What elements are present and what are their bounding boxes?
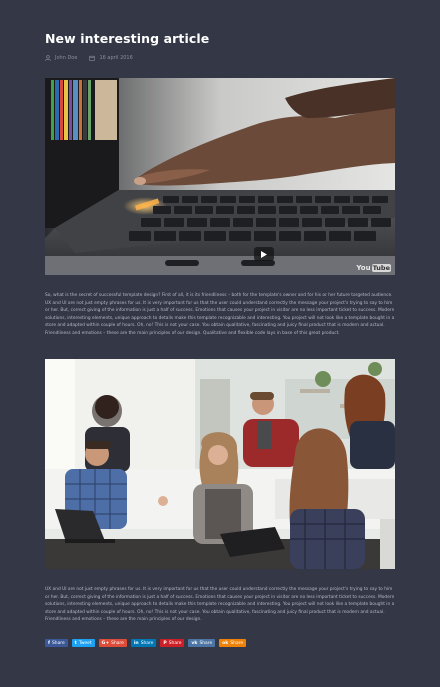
video-player[interactable]: You Tube bbox=[45, 78, 395, 275]
article-photo bbox=[45, 359, 395, 569]
google-plus-icon: G+ bbox=[101, 640, 110, 646]
article-title: New interesting article bbox=[45, 31, 210, 46]
article-paragraph-1: So, what is the secret of successful tem… bbox=[45, 293, 395, 336]
user-icon bbox=[45, 55, 51, 61]
play-button[interactable] bbox=[254, 247, 274, 261]
article-page: New interesting article John Doe 16 apri… bbox=[0, 0, 440, 687]
twitter-icon: t bbox=[74, 640, 77, 646]
share-button-label: Share bbox=[199, 640, 213, 646]
play-icon bbox=[261, 250, 267, 258]
vk-icon: vk bbox=[191, 640, 198, 646]
share-button-label: Share bbox=[111, 640, 124, 646]
article-meta: John Doe 16 april 2016 bbox=[45, 55, 133, 61]
youtube-logo[interactable]: You Tube bbox=[356, 264, 391, 272]
share-button-label: Share bbox=[230, 640, 244, 646]
youtube-logo-tube: Tube bbox=[371, 264, 391, 272]
pinterest-icon: P bbox=[163, 640, 167, 646]
share-button-label: Share bbox=[52, 640, 65, 646]
author-name[interactable]: John Doe bbox=[55, 55, 77, 61]
share-button-pinterest[interactable]: P Share bbox=[160, 639, 185, 647]
share-button-linkedin[interactable]: in Share bbox=[130, 639, 157, 647]
publish-date: 16 april 2016 bbox=[99, 55, 133, 61]
video-thumbnail bbox=[45, 78, 395, 275]
youtube-logo-you: You bbox=[356, 264, 371, 272]
share-button-odnoklassniki[interactable]: ok Share bbox=[219, 639, 247, 647]
share-button-twitter[interactable]: t Tweet bbox=[71, 639, 95, 647]
odnoklassniki-icon: ok bbox=[222, 640, 229, 646]
share-button-google-plus[interactable]: G+ Share bbox=[98, 639, 127, 647]
share-button-vk[interactable]: vk Share bbox=[188, 639, 216, 647]
share-button-facebook[interactable]: f Share bbox=[45, 639, 68, 647]
share-button-label: Tweet bbox=[78, 640, 92, 646]
share-button-label: Share bbox=[140, 640, 154, 646]
linkedin-icon: in bbox=[133, 640, 139, 646]
share-button-label: Share bbox=[168, 640, 182, 646]
article-paragraph-2: UX and UI are not just empty phrases for… bbox=[45, 587, 395, 623]
share-buttons: f Share t Tweet G+ Share in Share P Share vk Share o… bbox=[45, 639, 247, 647]
office-meeting-image bbox=[45, 359, 395, 569]
calendar-icon bbox=[89, 55, 96, 61]
facebook-icon: f bbox=[48, 640, 50, 646]
